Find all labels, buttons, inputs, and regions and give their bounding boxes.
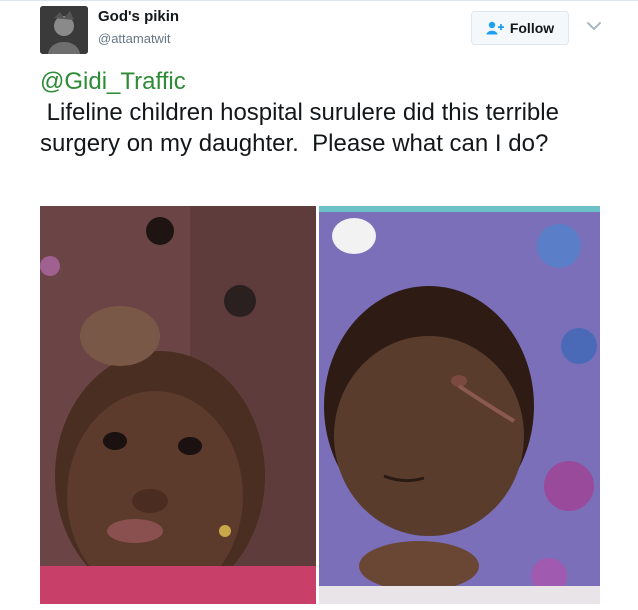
- chevron-down-icon[interactable]: [584, 16, 604, 36]
- tweet-body: @Gidi_Traffic Lifeline children hospital…: [40, 66, 620, 159]
- mention-link[interactable]: @Gidi_Traffic: [40, 66, 620, 97]
- follow-button[interactable]: Follow: [471, 11, 569, 45]
- user-display-name[interactable]: God's pikin: [98, 8, 179, 25]
- add-user-icon: [486, 21, 504, 35]
- user-handle[interactable]: @attamatwit: [98, 31, 170, 46]
- top-divider: [0, 0, 638, 1]
- photo-child-before[interactable]: [40, 206, 316, 604]
- photo-child-after[interactable]: [319, 206, 600, 604]
- profile-avatar-icon[interactable]: [40, 6, 88, 54]
- follow-label: Follow: [509, 20, 555, 36]
- tweet-text: Lifeline children hospital surulere did …: [40, 99, 566, 157]
